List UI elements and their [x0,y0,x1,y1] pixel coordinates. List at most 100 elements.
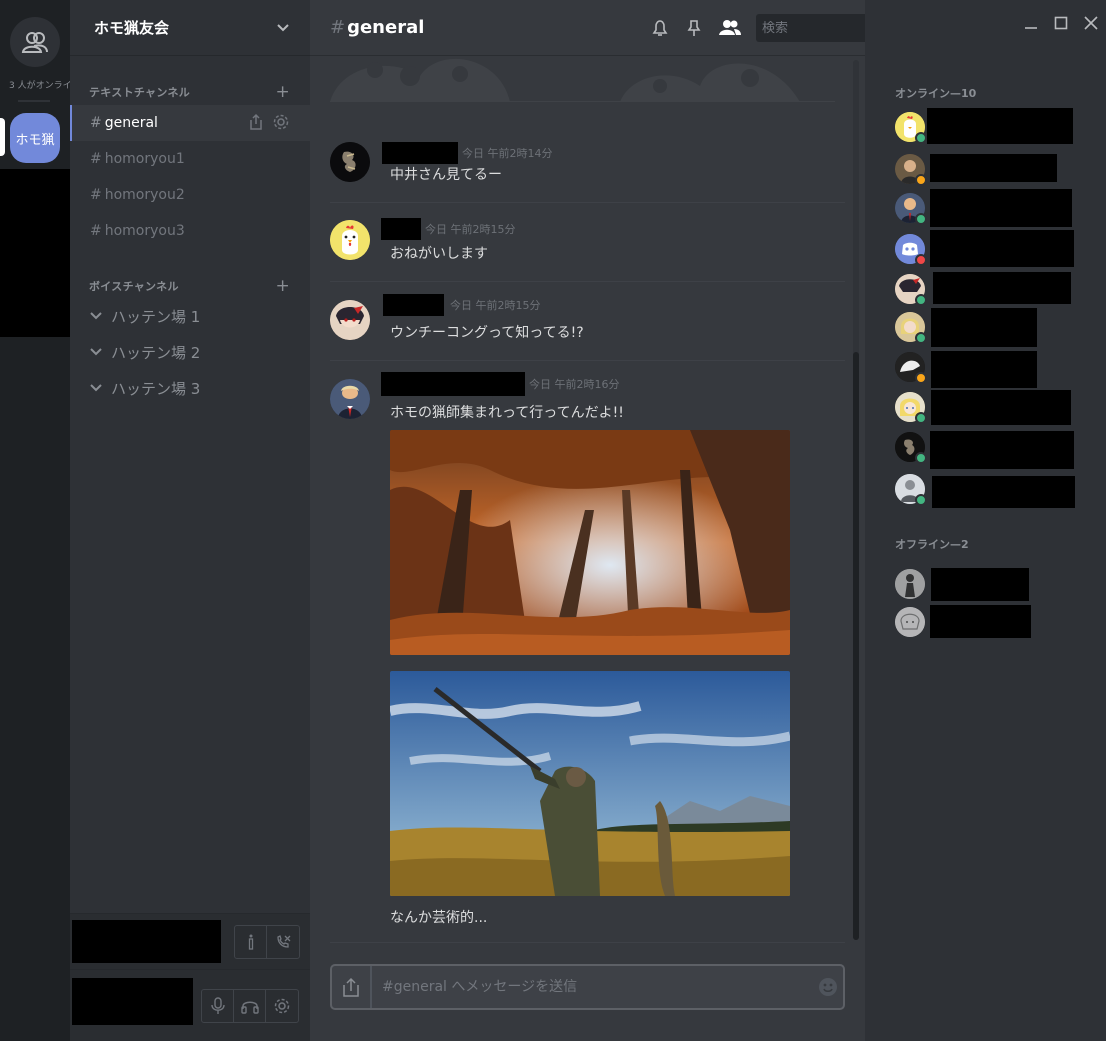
attachment-image-hunter[interactable] [390,671,790,896]
gear-icon[interactable] [272,113,290,131]
info-icon [248,934,253,950]
close-icon[interactable] [1084,16,1098,30]
search-input[interactable] [756,20,871,36]
user-panel [70,969,310,1041]
window-controls [1024,16,1098,30]
scrollbar-thumb[interactable] [853,352,859,940]
avatar[interactable] [330,142,370,182]
member-item[interactable] [895,603,1095,639]
bell-icon[interactable] [650,18,670,38]
message: 今日 午前2時15分 ウンチーコングって知ってる!? [330,282,845,361]
invite-icon[interactable] [248,113,264,131]
member-name-redacted [933,272,1071,304]
guild-header[interactable]: ホモ猟友会 [70,0,310,56]
message: 今日 午前2時15分 おねがいします [330,203,845,282]
channel-homoryou3[interactable]: # homoryou3 [70,213,310,249]
avatar[interactable] [330,379,370,419]
member-name-redacted [931,568,1029,601]
hash-icon: # [90,223,102,239]
voice-channel-3[interactable]: ハッテン場 3 [70,370,310,406]
message-text: 中井さん見てるー [390,167,502,183]
member-item[interactable] [895,470,1095,508]
message-timestamp: 今日 午前2時15分 [425,223,516,236]
channel-general[interactable]: # general [70,105,310,141]
anime-avatar-icon [330,300,370,340]
channel-homoryou1[interactable]: # homoryou1 [70,141,310,177]
message: 今日 午前2時14分 中井さん見てるー [330,124,845,203]
avatar[interactable] [330,300,370,340]
member-item[interactable] [895,270,1095,306]
status-indicator [915,132,927,144]
pin-icon[interactable] [684,18,704,38]
offline-header: オフライン—2 [895,538,969,551]
channel-name: homoryou1 [104,151,185,167]
connection-info-button[interactable] [235,926,267,958]
member-item[interactable] [895,150,1095,186]
user-settings-button[interactable] [266,990,298,1022]
member-item[interactable] [895,230,1095,267]
status-indicator [915,332,927,344]
forest-image [390,430,790,655]
username-redacted[interactable] [382,142,458,164]
add-channel-icon[interactable]: + [275,82,290,102]
chicken-avatar-icon [330,220,370,260]
member-item[interactable] [895,348,1095,388]
member-item[interactable] [895,108,1095,144]
message-text: ウンチーコングって知ってる!? [390,325,584,341]
member-avatar [895,569,925,599]
member-list-icon[interactable] [718,18,742,38]
category-voice-channels[interactable]: ボイスチャンネル + [89,276,290,296]
chevron-down-icon [90,312,102,320]
member-name-redacted [931,390,1071,425]
selected-server-indicator [0,118,5,156]
hash-icon: # [330,17,346,38]
member-item[interactable] [895,428,1095,469]
message-list[interactable]: 今日 午前2時14分 中井さん見てるー 今日 午前2時15分 おねがいします 今… [310,56,865,946]
message-input[interactable] [372,979,813,995]
member-list: オンライン—10 オフライン—2 [865,0,1106,1041]
member-item[interactable] [895,565,1095,601]
voice-connection-panel [70,913,310,969]
member-name-redacted [930,154,1057,182]
member-item[interactable] [895,388,1095,425]
username-redacted[interactable] [383,294,444,316]
voice-channel-name: ハッテン場 1 [111,307,201,326]
server-icon-homoryou[interactable]: ホモ猟 [10,113,60,163]
minimize-icon[interactable] [1024,16,1038,30]
hash-icon: # [90,115,102,131]
channel-welcome-banner [330,56,835,102]
disconnect-button[interactable] [267,926,299,958]
headphones-icon [240,1001,259,1014]
message-timestamp: 今日 午前2時16分 [529,378,620,391]
chat-area: # general 検索 今日 午前2時14分 中井さん見てるー 今日 午前2時… [310,0,977,1041]
emoji-icon [819,978,837,996]
avatar[interactable] [330,220,370,260]
chevron-down-icon [90,348,102,356]
voice-channel-1[interactable]: ハッテン場 1 [70,298,310,334]
friends-button[interactable] [10,17,60,67]
category-label: ボイスチャンネル [89,280,179,293]
message-timestamp: 今日 午前2時15分 [450,299,541,312]
upload-button[interactable] [332,966,372,1008]
disconnect-phone-icon [277,935,291,948]
mute-button[interactable] [202,990,234,1022]
attachment-image-forest[interactable] [390,430,790,655]
username-redacted[interactable] [381,372,525,396]
add-channel-icon[interactable]: + [275,276,290,296]
member-item[interactable] [895,308,1095,347]
emoji-button[interactable] [813,976,843,998]
username-redacted[interactable] [381,218,421,240]
deafen-button[interactable] [234,990,266,1022]
member-name-redacted [931,308,1037,347]
channel-homoryou2[interactable]: # homoryou2 [70,177,310,213]
rail-separator [18,100,50,102]
hash-icon: # [90,151,102,167]
voice-channel-2[interactable]: ハッテン場 2 [70,334,310,370]
status-indicator [915,294,927,306]
message-text: おねがいします [390,246,488,262]
chat-header: # general [310,0,977,56]
member-item[interactable] [895,189,1095,227]
category-text-channels[interactable]: テキストチャンネル + [89,82,290,102]
maximize-icon[interactable] [1054,16,1068,30]
message: 今日 午前2時16分 ホモの猟師集まれって行ってんだよ!! なんか芸術的... [330,361,845,943]
